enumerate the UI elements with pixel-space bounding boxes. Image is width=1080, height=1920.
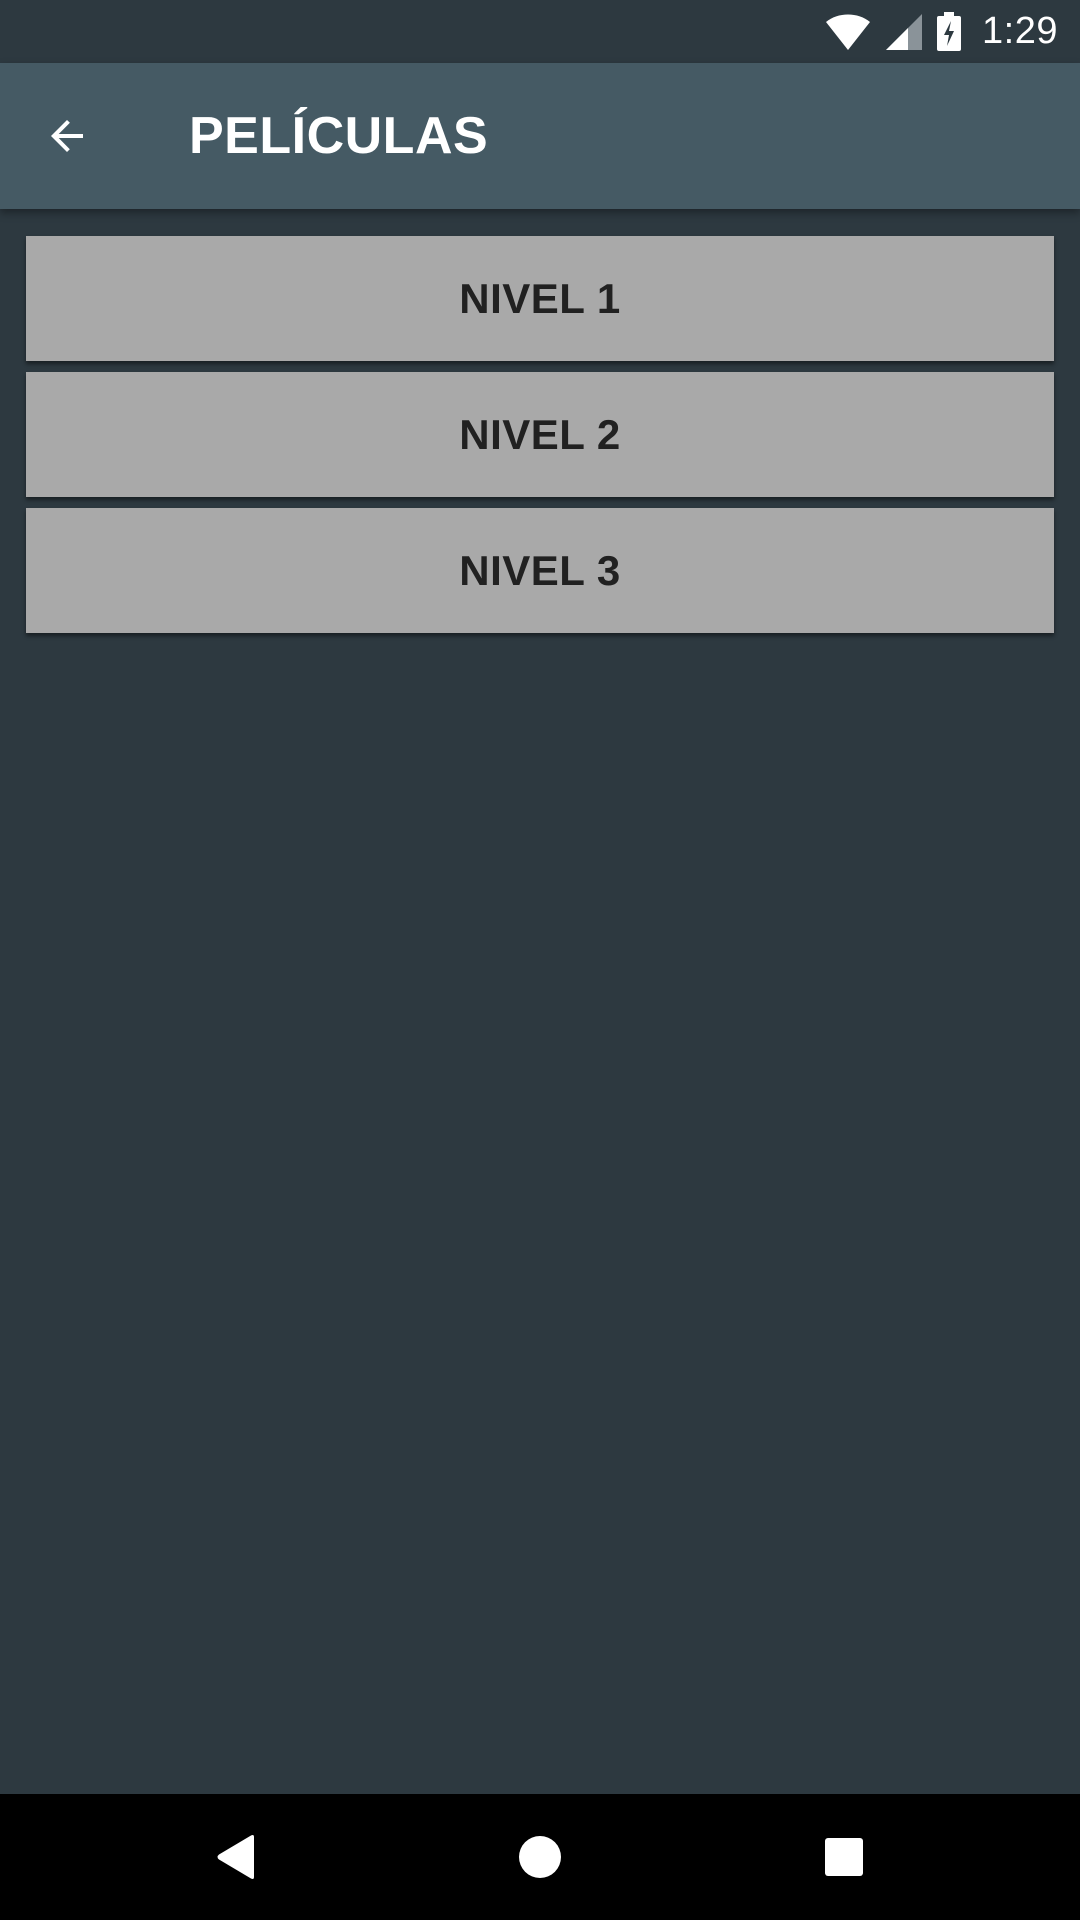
- status-icons: 1:29: [812, 0, 1058, 63]
- screen: 1:29 PELÍCULAS NIVEL 1 NIVEL 2 NIVEL 3: [0, 0, 1080, 1920]
- level-3-button[interactable]: NIVEL 3: [26, 508, 1054, 633]
- home-circle-icon: [519, 1836, 561, 1878]
- level-2-button[interactable]: NIVEL 2: [26, 372, 1054, 497]
- level-1-button[interactable]: NIVEL 1: [26, 236, 1054, 361]
- recents-square-icon: [825, 1838, 863, 1876]
- navigation-bar: [0, 1794, 1080, 1920]
- cell-signal-icon: [886, 13, 923, 50]
- nav-recents-button[interactable]: [769, 1794, 919, 1920]
- arrow-back-icon: [51, 120, 83, 152]
- page-title: PELÍCULAS: [189, 107, 489, 165]
- status-bar: 1:29: [0, 0, 1080, 63]
- status-time: 1:29: [982, 10, 1058, 52]
- nav-home-button[interactable]: [465, 1794, 615, 1920]
- back-triangle-icon: [217, 1835, 254, 1879]
- wifi-icon: [826, 14, 871, 50]
- app-bar: PELÍCULAS: [0, 63, 1080, 209]
- battery-charging-icon: [937, 11, 962, 51]
- level-list: NIVEL 1 NIVEL 2 NIVEL 3: [26, 236, 1054, 644]
- back-button[interactable]: [33, 102, 101, 170]
- nav-back-button[interactable]: [161, 1794, 311, 1920]
